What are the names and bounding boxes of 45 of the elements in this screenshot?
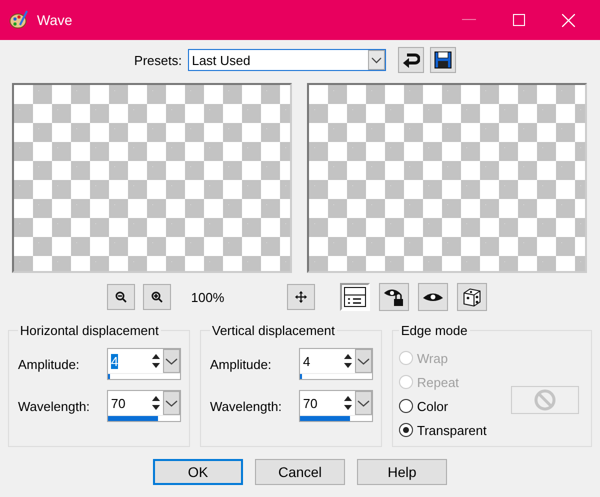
value-slider[interactable] [108,415,180,421]
preview-tool-button[interactable] [379,283,409,311]
field-label: Wavelength: [18,398,90,414]
caret-icon[interactable] [163,391,180,415]
list-panel-icon [344,287,366,307]
zoom-out-button[interactable] [107,284,135,310]
preview-tool-button[interactable] [457,283,487,311]
preview-tool-button[interactable] [340,283,370,311]
radio-option[interactable]: Transparent [399,422,487,438]
presets-label: Presets: [134,52,182,68]
field-label: Amplitude: [210,356,272,372]
caret-icon[interactable] [355,391,372,415]
zoom-out-icon [115,291,127,303]
zoom-level: 100% [191,290,224,304]
move-arrows-icon [295,291,307,303]
zoom-in-button[interactable] [143,284,171,310]
radio-option[interactable]: Color [399,398,487,414]
zoom-in-icon [151,291,163,303]
dialog-button[interactable]: Help [357,459,447,485]
save-button[interactable] [430,47,456,73]
close-icon[interactable] [562,14,575,26]
preview-tool-button[interactable] [418,283,448,311]
caret-icon[interactable] [163,349,180,373]
value-slider[interactable] [108,373,180,379]
group-title: Edge mode [400,323,468,338]
pan-button[interactable] [287,284,315,310]
reset-button[interactable] [398,47,424,73]
presets-dropdown[interactable]: Last Used [188,49,386,71]
eye-lock-icon [383,287,405,307]
no-sign-icon [534,389,556,411]
field-label: Amplitude: [18,356,80,372]
palette-icon [9,10,29,30]
undo-arrow-icon [402,51,420,69]
window-title: Wave [37,12,74,28]
group-title: Horizontal displacement [19,323,160,338]
maximize-icon[interactable] [513,14,525,26]
value-slider[interactable] [300,373,372,379]
caret-icon [368,50,385,70]
caret-icon[interactable] [355,349,372,373]
dialog-button[interactable]: OK [153,459,243,485]
dice-icon [462,287,482,307]
field-label: Wavelength: [210,398,282,414]
value-slider[interactable] [300,415,372,421]
dialog-button[interactable]: Cancel [255,459,345,485]
group-title: Vertical displacement [211,323,336,338]
